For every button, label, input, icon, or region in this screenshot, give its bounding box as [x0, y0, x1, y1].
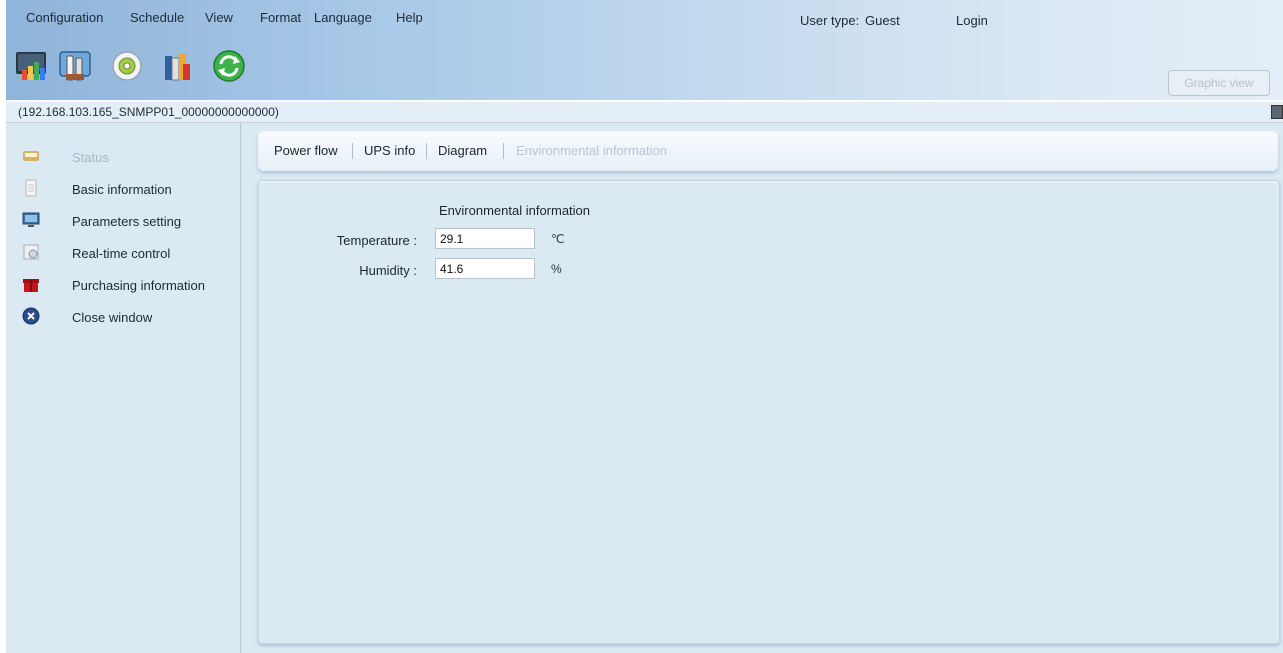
- refresh-icon[interactable]: [211, 48, 247, 84]
- main-area: Status Basic information Parameters sett…: [6, 123, 1283, 653]
- monitor-chart-icon[interactable]: [14, 48, 50, 84]
- tab-bar: Power flow UPS info Diagram Environmenta…: [258, 131, 1278, 171]
- gift-icon: [22, 275, 40, 293]
- books-icon[interactable]: [159, 48, 195, 84]
- monitor-icon: [22, 211, 40, 229]
- tab-diagram[interactable]: Diagram: [438, 143, 487, 158]
- sidebar-item-close-window[interactable]: Close window: [6, 305, 240, 331]
- menu-view[interactable]: View: [205, 10, 233, 25]
- document-icon: [22, 179, 40, 197]
- close-circle-icon: [22, 307, 40, 325]
- sidebar-item-label: Close window: [72, 310, 153, 325]
- humidity-value: 41.6: [435, 258, 535, 279]
- tools-icon[interactable]: [58, 48, 94, 84]
- sidebar-item-parameters-setting[interactable]: Parameters setting: [6, 209, 240, 235]
- environment-panel: Environmental information Temperature : …: [258, 180, 1280, 644]
- tab-divider: [426, 143, 427, 159]
- temperature-value: 29.1: [435, 228, 535, 249]
- tab-environmental-information[interactable]: Environmental information: [516, 143, 667, 158]
- sidebar-item-purchasing-information[interactable]: Purchasing information: [6, 273, 240, 299]
- user-type-value: Guest: [865, 13, 900, 28]
- user-type-label: User type:: [800, 13, 860, 28]
- sidebar: Status Basic information Parameters sett…: [6, 123, 241, 653]
- sidebar-item-real-time-control[interactable]: Real-time control: [6, 241, 240, 267]
- tab-divider: [352, 143, 353, 159]
- temperature-label: Temperature :: [336, 233, 417, 248]
- humidity-unit: %: [551, 262, 562, 276]
- tab-divider: [503, 143, 504, 159]
- device-address: (192.168.103.165_SNMPP01_00000000000000): [18, 105, 279, 119]
- login-link[interactable]: Login: [956, 13, 988, 28]
- humidity-label: Humidity :: [359, 263, 417, 278]
- cd-disc-icon[interactable]: [109, 48, 145, 84]
- graphic-view-button[interactable]: Graphic view: [1168, 70, 1270, 96]
- section-title: Environmental information: [439, 203, 591, 218]
- sidebar-item-label: Status: [72, 150, 109, 165]
- control-icon: [22, 243, 40, 261]
- app-header: Configuration Schedule View Format Langu…: [6, 0, 1283, 100]
- close-tab-icon[interactable]: [1271, 105, 1283, 119]
- sidebar-item-label: Parameters setting: [72, 214, 182, 229]
- menu-language[interactable]: Language: [314, 10, 372, 25]
- device-address-bar: (192.168.103.165_SNMPP01_00000000000000): [6, 102, 1283, 123]
- menu-configuration[interactable]: Configuration: [26, 10, 103, 25]
- sidebar-item-status[interactable]: Status: [6, 145, 240, 171]
- sidebar-item-label: Basic information: [72, 182, 172, 197]
- menu-bar: Configuration Schedule View Format Langu…: [6, 0, 1283, 28]
- tab-power-flow[interactable]: Power flow: [274, 143, 338, 158]
- menu-format[interactable]: Format: [260, 10, 301, 25]
- tab-ups-info[interactable]: UPS info: [364, 143, 415, 158]
- menu-help[interactable]: Help: [396, 10, 423, 25]
- sidebar-item-basic-information[interactable]: Basic information: [6, 177, 240, 203]
- sidebar-item-label: Real-time control: [72, 246, 171, 261]
- menu-schedule[interactable]: Schedule: [130, 10, 184, 25]
- temperature-unit: ℃: [551, 232, 565, 246]
- sidebar-item-label: Purchasing information: [72, 278, 205, 293]
- status-icon: [22, 147, 40, 165]
